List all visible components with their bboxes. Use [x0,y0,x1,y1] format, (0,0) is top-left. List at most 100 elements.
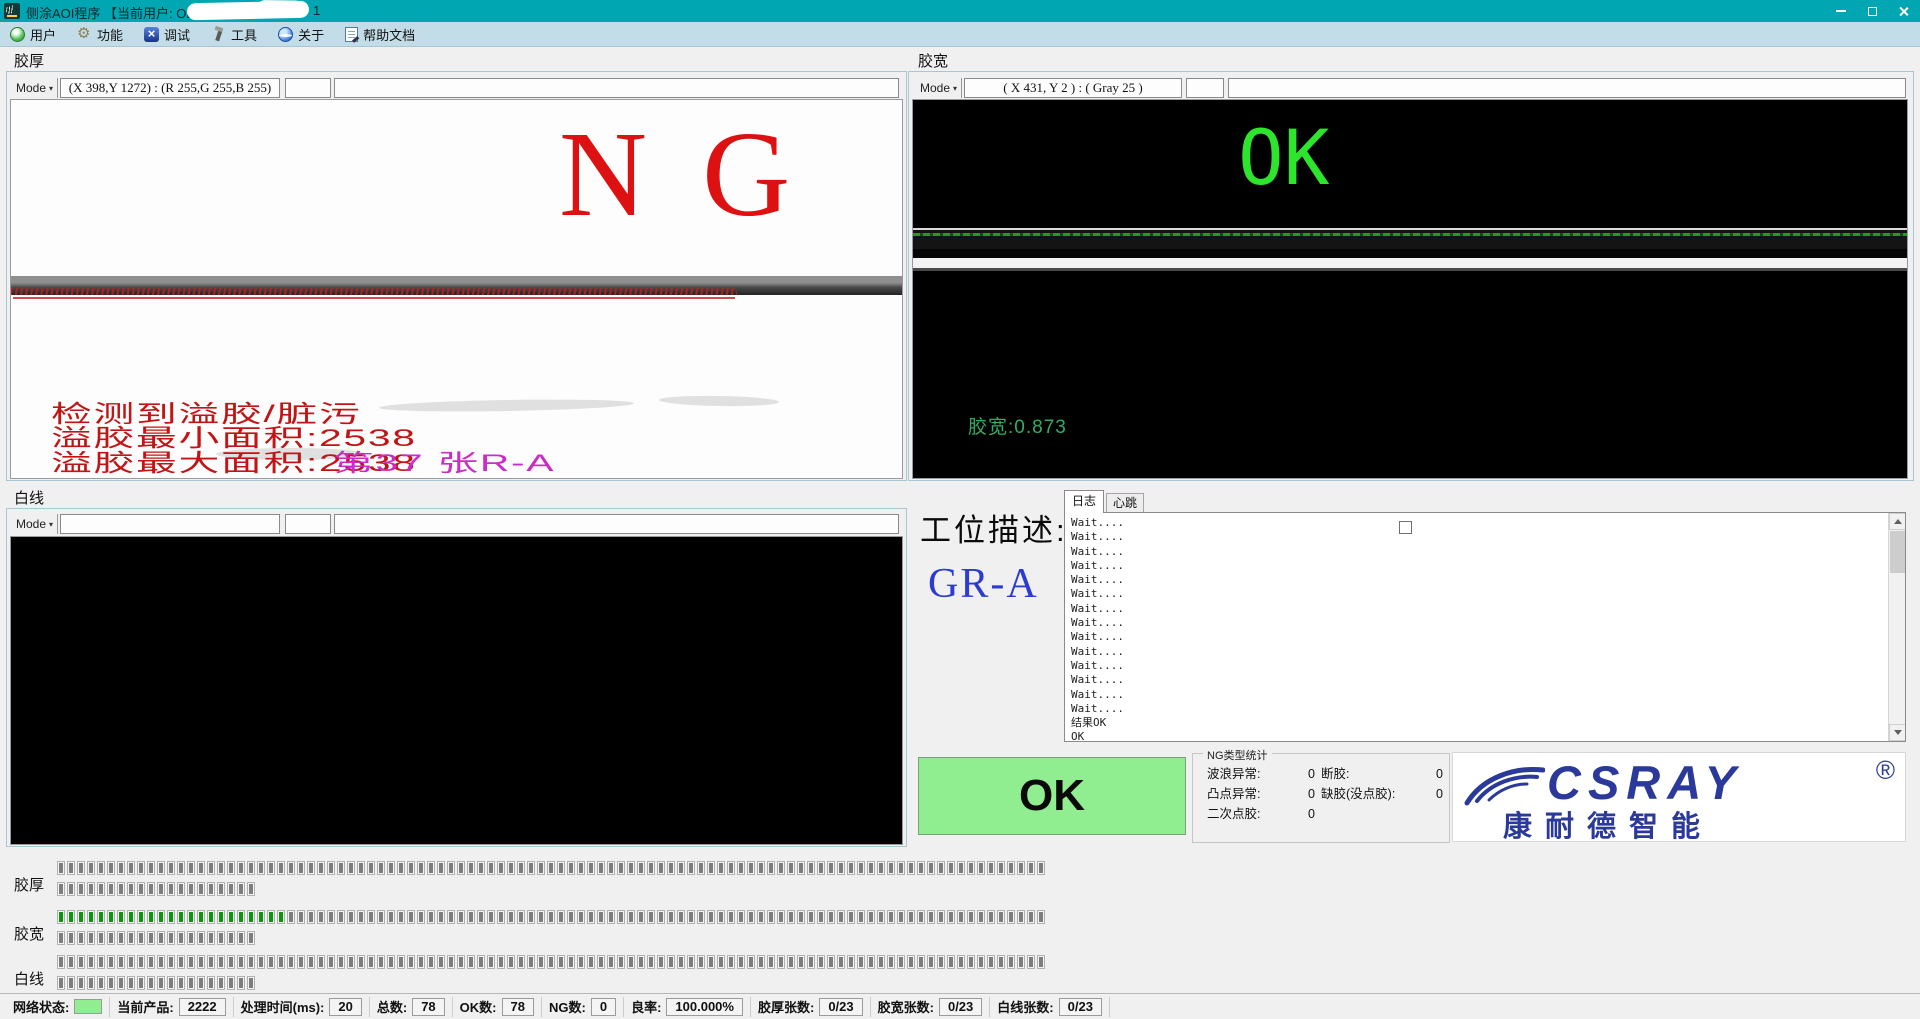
indicator-cell [287,955,295,969]
indicator-cell [237,861,245,875]
indicator-cell [837,861,845,875]
indicator-cell [267,861,275,875]
minimize-button[interactable] [1824,0,1858,22]
indicator-cell [987,910,995,924]
indicator-cell [257,861,265,875]
indicator-cell [207,910,215,924]
indicator-cell [227,910,235,924]
indicator-row [57,861,1047,875]
indicator-cell [727,910,735,924]
indicator-cell [347,910,355,924]
menu-item-helpdoc[interactable]: 帮助文档 [345,25,415,44]
indicator-cell [387,861,395,875]
chevron-down-icon: ▾ [49,520,53,529]
panel-baixian-label: 白线 [14,487,44,508]
indicator-cell [767,910,775,924]
jiaohou-info-box [285,78,331,98]
indicator-cell [877,910,885,924]
indicator-cell [227,882,235,896]
menu-item-tools[interactable]: 工具 [211,25,257,44]
menu-item-gear[interactable]: 功能 [77,25,123,44]
scroll-up-button[interactable] [1889,513,1906,530]
indicator-cell [387,910,395,924]
indicator-cell [827,861,835,875]
indicator-cell [617,861,625,875]
ng-stat-value: 0 [1436,764,1443,784]
log-checkbox[interactable] [1399,521,1412,534]
chevron-down-icon: ▾ [953,84,957,93]
maximize-button[interactable] [1855,0,1889,22]
ng-stat-row: 缺胶(没点胶):0 [1321,784,1443,804]
scroll-down-button[interactable] [1889,724,1906,741]
status-value: 78 [412,998,444,1016]
status-value: 100.000% [666,998,743,1016]
indicator-cell [717,910,725,924]
indicator-cell [397,861,405,875]
tab-heartbeat[interactable]: 心跳 [1106,493,1144,513]
ng-stat-row: 断胶:0 [1321,764,1443,784]
indicator-cell [317,955,325,969]
indicator-cell [397,955,405,969]
jiaohou-result-text: NG [559,114,845,236]
overall-result-button[interactable]: OK [918,757,1186,835]
indicator-cell [387,955,395,969]
log-body[interactable]: Wait....Wait....Wait....Wait....Wait....… [1064,512,1906,742]
indicator-cell [237,910,245,924]
jiaokuan-mode-dropdown[interactable]: Mode▾ [916,78,962,98]
scrollbar-thumb[interactable] [1890,531,1905,573]
indicator-cell [757,861,765,875]
jiaohou-mode-dropdown[interactable]: Mode▾ [12,78,58,98]
defect-baseline [13,297,735,299]
menu-item-user[interactable]: 用户 [10,25,56,44]
indicator-cell [107,910,115,924]
tab-log[interactable]: 日志 [1064,490,1104,513]
ng-stat-value: 0 [1436,784,1443,804]
indicator-cell [847,955,855,969]
baixian-image-view[interactable] [10,536,903,845]
status-item: OK数:78 [453,997,542,1017]
log-entry: Wait.... [1071,559,1124,573]
indicator-cell [837,955,845,969]
indicator-cell [457,955,465,969]
jiaokuan-info-box [1186,78,1224,98]
indicator-cell [97,955,105,969]
menu-item-about[interactable]: 关于 [278,25,324,44]
indicator-cell [427,861,435,875]
indicator-cell [327,910,335,924]
indicator-cell [287,861,295,875]
indicator-cell [447,861,455,875]
maximize-icon [1868,7,1877,16]
indicator-cell [667,861,675,875]
status-label: 处理时间(ms): [241,997,325,1016]
indicator-row [57,976,257,990]
indicator-cell [917,861,925,875]
indicator-cell [997,910,1005,924]
log-scrollbar[interactable] [1888,513,1905,741]
indicator-cell [787,910,795,924]
indicator-cell [727,861,735,875]
indicator-cell [527,910,535,924]
menu-item-label: 关于 [298,25,324,44]
indicator-cell [417,955,425,969]
indicator-cell [897,910,905,924]
indicator-cell [137,931,145,945]
menu-item-debug[interactable]: 调试 [144,25,190,44]
indicator-cell [907,955,915,969]
log-entry: Wait.... [1071,659,1124,673]
indicator-cell [307,955,315,969]
indicator-cell [177,861,185,875]
indicator-cell [477,910,485,924]
indicator-cell [247,931,255,945]
indicator-cell [497,910,505,924]
indicator-cell [737,955,745,969]
log-entry: 结果OK [1071,716,1124,730]
indicator-cell [597,861,605,875]
jiaokuan-image-view[interactable]: OK 胶宽:0.873 [912,99,1908,479]
jiaohou-image-view[interactable]: NG 检测到溢胶/脏污 溢胶最小面积:2538 溢胶最大面积:2538 第37 … [10,99,903,479]
indicator-cell [167,861,175,875]
baixian-mode-dropdown[interactable]: Mode▾ [12,514,58,534]
glue-width-measurement: 胶宽:0.873 [968,412,1067,439]
close-button[interactable] [1886,0,1920,22]
indicator-cell [97,931,105,945]
indicator-row [57,931,257,945]
